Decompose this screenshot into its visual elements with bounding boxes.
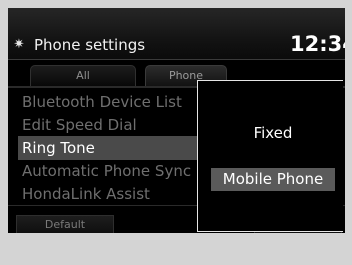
option-mobile-phone[interactable]: Mobile Phone [211, 168, 335, 191]
option-fixed[interactable]: Fixed [211, 122, 335, 145]
tab-all[interactable]: All [30, 65, 136, 86]
menu-item-edit-speed-dial[interactable]: Edit Speed Dial [22, 113, 222, 137]
ring-tone-popup: Fixed Mobile Phone [197, 80, 343, 232]
menu-item-hondalink-assist[interactable]: HondaLink Assist [22, 182, 222, 206]
menu-item-bluetooth-device-list[interactable]: Bluetooth Device List [22, 90, 222, 114]
title-divider [8, 59, 345, 60]
display-screen: ✷ Phone settings 12:34 All Phone Bluetoo… [8, 8, 345, 233]
gear-icon: ✷ [13, 37, 25, 52]
clock: 12:34 [290, 32, 345, 56]
default-button[interactable]: Default [16, 215, 114, 233]
menu-item-automatic-phone-sync[interactable]: Automatic Phone Sync [22, 159, 222, 183]
menu-item-ring-tone[interactable]: Ring Tone [18, 136, 210, 160]
page-title: Phone settings [34, 36, 146, 54]
title-bar: ✷ Phone settings 12:34 [8, 8, 345, 59]
